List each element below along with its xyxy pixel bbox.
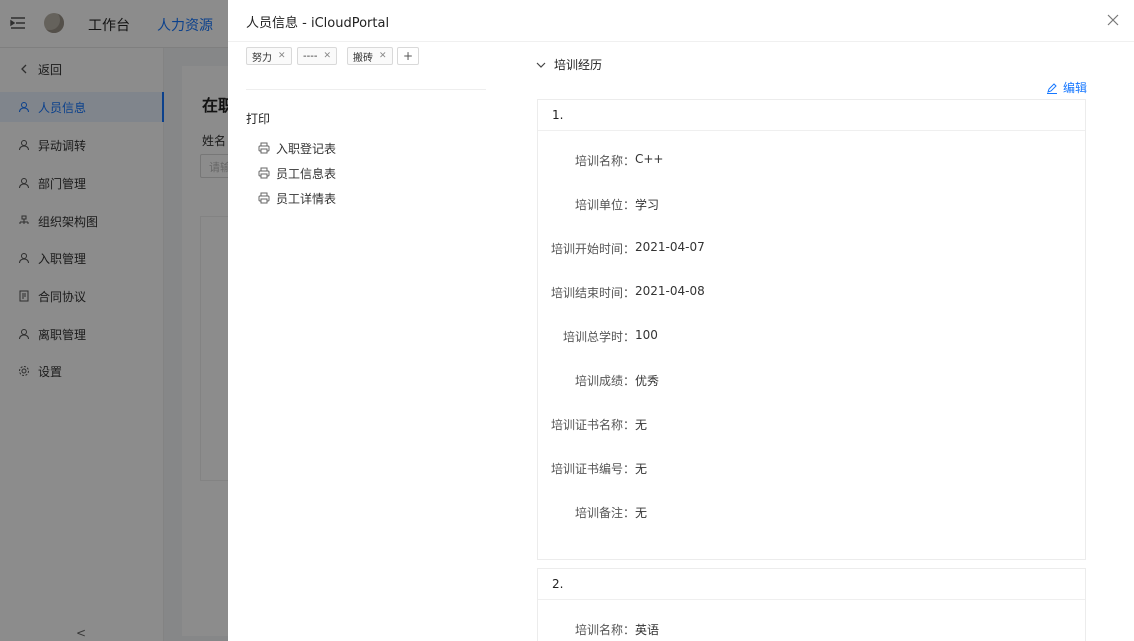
tag-label: 努力 [252, 52, 272, 64]
divider [246, 89, 486, 90]
field-label: 培训开始时间： [550, 242, 635, 256]
field-value: 无 [635, 462, 648, 476]
print-employee-info[interactable]: 员工信息表 [258, 165, 336, 181]
training-section-toggle[interactable]: 培训经历 [536, 56, 602, 73]
field-start-date: 培训开始时间： 2021-04-07 [538, 240, 1087, 257]
field-certificate-number: 培训证书编号： 无 [538, 460, 1087, 477]
field-value: 学习 [635, 198, 660, 212]
field-label: 培训备注： [574, 506, 635, 520]
field-value: 2021-04-08 [635, 284, 705, 298]
edit-icon [1046, 82, 1058, 94]
print-onboarding-form[interactable]: 入职登记表 [258, 140, 336, 156]
printer-icon [258, 142, 270, 154]
field-value: C++ [635, 152, 664, 166]
field-label: 培训总学时： [562, 330, 635, 344]
drawer-title: 人员信息 - iCloudPortal [246, 16, 390, 31]
field-value: 优秀 [635, 374, 660, 388]
close-icon[interactable] [1106, 13, 1120, 27]
field-end-date: 培训结束时间： 2021-04-08 [538, 284, 1087, 301]
record-number: 1. [552, 108, 564, 122]
divider [538, 599, 1085, 600]
print-item-label: 员工详情表 [276, 191, 337, 206]
tag-label: 搬砖 [353, 52, 373, 64]
tag-item: 努力 ✕ [246, 47, 292, 65]
print-employee-details[interactable]: 员工详情表 [258, 190, 336, 206]
print-item-label: 入职登记表 [276, 141, 337, 156]
training-record: 1. 培训名称： C++ 培训单位： 学习 培训开始时间： 2021-04-07… [537, 99, 1086, 560]
edit-label: 编辑 [1063, 81, 1088, 95]
printer-icon [258, 167, 270, 179]
field-training-name: 培训名称： 英语 [538, 621, 1087, 638]
field-label: 培训证书名称： [550, 418, 635, 432]
field-value: 100 [635, 328, 658, 342]
field-label: 培训证书编号： [550, 462, 635, 476]
field-label: 培训单位： [574, 198, 635, 212]
tag-item: ---- ✕ [297, 47, 337, 65]
add-tag-button[interactable]: + [397, 47, 419, 65]
field-value: 无 [635, 506, 648, 520]
field-label: 培训结束时间： [550, 286, 635, 300]
divider [538, 130, 1085, 131]
close-icon[interactable]: ✕ [379, 51, 387, 61]
field-value: 英语 [635, 623, 660, 637]
field-certificate-name: 培训证书名称： 无 [538, 416, 1087, 433]
field-label: 培训成绩： [574, 374, 635, 388]
employee-info-drawer: 人员信息 - iCloudPortal 努力 ✕ ---- ✕ 搬砖 ✕ + 打… [228, 0, 1134, 641]
edit-button[interactable]: 编辑 [1046, 79, 1087, 96]
field-training-name: 培训名称： C++ [538, 152, 1087, 169]
field-remarks: 培训备注： 无 [538, 504, 1087, 521]
tag-item: 搬砖 ✕ [347, 47, 393, 65]
field-label: 培训名称： [574, 623, 635, 637]
chevron-down-icon [536, 60, 546, 70]
field-label: 培训名称： [574, 154, 635, 168]
drawer-header: 人员信息 - iCloudPortal [228, 0, 1134, 42]
training-record: 2. 培训名称： 英语 [537, 568, 1086, 641]
print-item-label: 员工信息表 [276, 166, 337, 181]
field-value: 无 [635, 418, 648, 432]
section-title: 培训经历 [554, 58, 603, 72]
close-icon[interactable]: ✕ [278, 51, 286, 61]
close-icon[interactable]: ✕ [323, 51, 331, 61]
field-total-hours: 培训总学时： 100 [538, 328, 1087, 345]
field-value: 2021-04-07 [635, 240, 705, 254]
field-score: 培训成绩： 优秀 [538, 372, 1087, 389]
print-section-title: 打印 [246, 112, 271, 126]
field-training-unit: 培训单位： 学习 [538, 196, 1087, 213]
tag-label: ---- [303, 50, 318, 62]
printer-icon [258, 192, 270, 204]
record-number: 2. [552, 577, 564, 591]
